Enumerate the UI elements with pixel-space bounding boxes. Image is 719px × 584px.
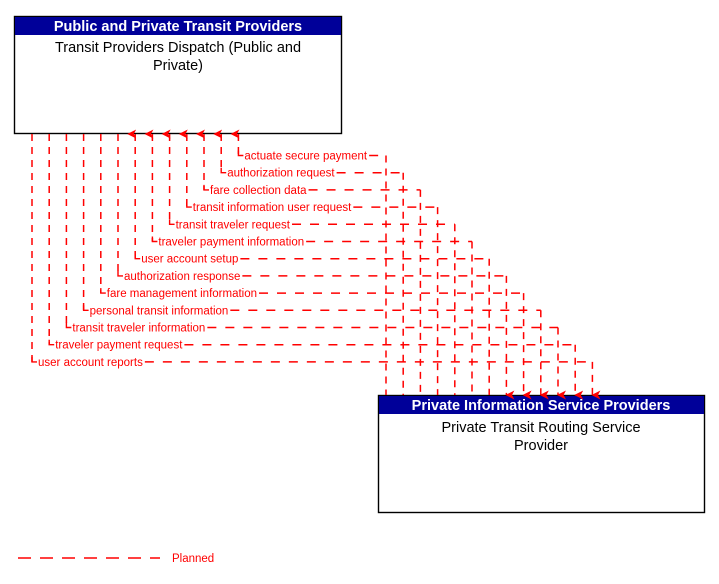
bottom-box-name-line2: Provider [514, 438, 568, 454]
top-box-name-line2: Private) [153, 58, 203, 74]
flow-elbow [65, 322, 72, 329]
flow-label: traveler payment information [158, 237, 304, 249]
flow-elbow [220, 167, 227, 174]
flow-elbow [117, 270, 123, 277]
top-box-title: Public and Private Transit Providers [54, 19, 302, 35]
flow-label: fare collection data [210, 185, 307, 197]
flow-2[interactable]: authorization request [213, 129, 404, 395]
flow-elbow [168, 219, 175, 225]
bottom-box-name-line1: Private Transit Routing Service [441, 420, 640, 436]
top-box-name-line1: Transit Providers Dispatch (Public and [55, 40, 301, 56]
flow-layer: actuate secure payment authorization requ… [31, 129, 601, 400]
diagram-canvas: Public and Private Transit Providers Tra… [0, 0, 719, 584]
flow-label: user account setup [141, 254, 238, 266]
flow-label: transit traveler information [72, 323, 205, 335]
flow-label: traveler payment request [55, 340, 183, 352]
flow-label: transit traveler request [176, 219, 291, 231]
top-box[interactable]: Public and Private Transit Providers Tra… [13, 15, 343, 135]
flow-label: user account reports [38, 357, 143, 369]
flow-label: fare management information [107, 288, 257, 300]
legend: Planned [18, 553, 214, 565]
legend-label-planned: Planned [172, 553, 214, 565]
bottom-box-title: Private Information Service Providers [412, 398, 671, 414]
interconnect-diagram: Public and Private Transit Providers Tra… [13, 15, 706, 565]
flow-label: transit information user request [193, 202, 352, 214]
flow-label: personal transit information [90, 305, 229, 317]
bottom-box[interactable]: Private Information Service Providers Pr… [377, 394, 706, 514]
flow-label: authorization request [227, 168, 335, 180]
flow-label: authorization response [124, 271, 240, 283]
flow-label: actuate secure payment [244, 151, 368, 163]
